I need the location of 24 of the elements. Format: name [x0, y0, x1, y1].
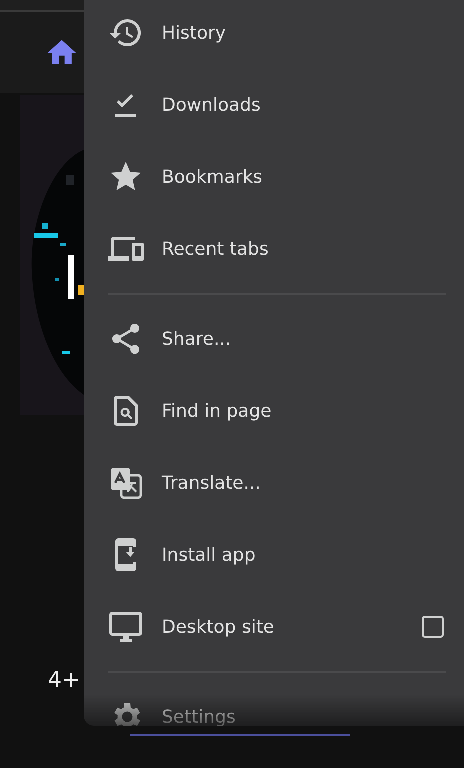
menu-item[interactable]: Share... [84, 303, 464, 375]
menu-item-label: Downloads [162, 94, 262, 116]
menu-item-label: Find in page [162, 400, 273, 422]
menu-item[interactable]: Bookmarks [84, 141, 464, 213]
menu-item-label: Install app [162, 544, 257, 566]
menu-item[interactable]: Settings [84, 681, 464, 726]
age-rating: 4+ [48, 668, 80, 693]
menu-item-label: Settings [162, 706, 237, 726]
menu-item-label: Share... [162, 328, 232, 350]
menu-item-label: Translate... [162, 472, 262, 494]
menu-item-label: Recent tabs [162, 238, 270, 260]
menu-item[interactable]: Downloads [84, 69, 464, 141]
menu-item[interactable]: Translate... [84, 447, 464, 519]
menu-item[interactable]: Install app [84, 519, 464, 591]
checkbox[interactable] [422, 616, 444, 638]
menu-item[interactable]: Recent tabs [84, 213, 464, 285]
menu-item[interactable]: History [84, 0, 464, 69]
menu-item-label: History [162, 22, 228, 44]
menu-item[interactable]: Find in page [84, 375, 464, 447]
menu-item-label: Desktop site [162, 616, 276, 638]
monitor-icon [108, 609, 144, 645]
menu-item[interactable]: Desktop site [84, 591, 464, 663]
menu-item-label: Bookmarks [162, 166, 264, 188]
translate-icon [108, 465, 144, 501]
